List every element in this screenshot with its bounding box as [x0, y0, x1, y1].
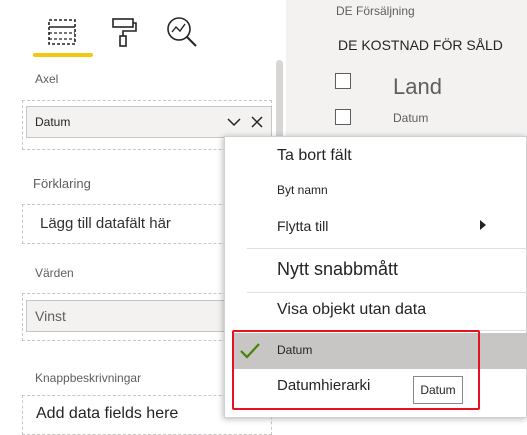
- menu-new-quick-measure[interactable]: Nytt snabbmått: [277, 259, 398, 280]
- legend-label: Förklaring: [33, 176, 91, 191]
- field-datum[interactable]: Datum: [393, 111, 428, 125]
- field-land[interactable]: Land: [393, 74, 442, 100]
- values-label: Värden: [35, 266, 74, 280]
- axis-field-name: Datum: [35, 115, 71, 129]
- menu-separator: [247, 292, 527, 293]
- table-name: DE Försäljning: [336, 4, 415, 18]
- paint-roller-icon: [112, 18, 137, 47]
- axis-label: Axel: [35, 72, 59, 86]
- menu-separator: [247, 248, 527, 249]
- tooltips-placeholder: Add data fields here: [36, 405, 179, 422]
- menu-show-items-no-data[interactable]: Visa objekt utan data: [277, 301, 426, 319]
- tooltips-label: Knappbeskrivningar: [35, 371, 142, 385]
- analytics-magnifier-icon: [167, 17, 197, 47]
- fields-tab[interactable]: [42, 12, 82, 52]
- close-icon[interactable]: [251, 116, 263, 128]
- chevron-down-icon[interactable]: [226, 116, 242, 128]
- menu-move-to[interactable]: Flytta till: [277, 218, 328, 234]
- format-tab[interactable]: [104, 12, 144, 52]
- highlight-annotation: [232, 330, 480, 410]
- submenu-arrow-icon: [480, 220, 486, 230]
- legend-placeholder: Lägg till datafält här: [40, 215, 171, 232]
- active-tab-indicator: [33, 53, 93, 57]
- land-checkbox[interactable]: [335, 73, 351, 89]
- analytics-tab[interactable]: [162, 12, 202, 52]
- table-fields-icon: [48, 19, 76, 45]
- datum-checkbox[interactable]: [335, 109, 351, 125]
- menu-remove-field[interactable]: Ta bort fält: [277, 147, 352, 165]
- measure-name: DE KOSTNAD FÖR SÅLD: [338, 37, 503, 53]
- menu-rename[interactable]: Byt namn: [277, 183, 328, 197]
